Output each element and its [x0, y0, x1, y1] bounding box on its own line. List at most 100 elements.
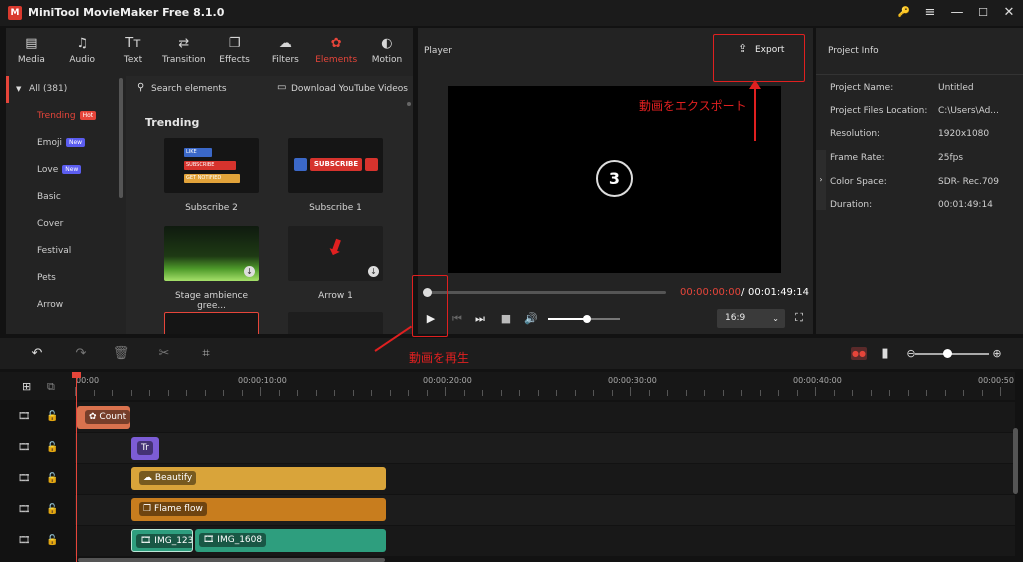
ruler-tick — [279, 390, 280, 396]
fullscreen-icon[interactable]: ⛶ — [792, 311, 806, 325]
timeline-horizontal-scrollbar[interactable] — [78, 558, 385, 562]
minimize-icon[interactable]: — — [947, 4, 967, 22]
fit-timeline-icon[interactable]: ▮ — [876, 346, 894, 362]
element-tile-subscribe-1[interactable]: SUBSCRIBE — [288, 138, 383, 193]
elements-scrollbar[interactable] — [407, 102, 411, 106]
film-icon[interactable]: 🎞 — [18, 473, 31, 484]
timeline-clip-beautify[interactable]: ☁ Beautify — [131, 467, 386, 490]
lock-icon[interactable]: 🔓 — [46, 473, 58, 484]
info-label-resolution: Resolution: — [830, 129, 881, 139]
maximize-icon[interactable]: ☐ — [973, 4, 993, 22]
tab-filters[interactable]: ☁ Filters — [260, 28, 311, 72]
youtube-download-icon: ▭ — [277, 82, 287, 93]
tab-transition[interactable]: ⇄ Transition — [158, 28, 209, 72]
library-panel: ▤ Media ♫ Audio Tт Text ⇄ Transition ❐ Effect… — [6, 28, 413, 334]
category-trending[interactable]: Trending Hot — [6, 103, 126, 130]
delete-icon[interactable]: 🗑 — [112, 346, 130, 362]
search-row: ⚲ Search elements ▭ Download YouTube Vid… — [126, 76, 413, 102]
stop-button[interactable]: ■ — [497, 311, 515, 327]
film-icon[interactable]: 🎞 — [18, 442, 31, 453]
key-icon[interactable]: 🔑 — [894, 4, 914, 22]
close-icon[interactable]: ✕ — [999, 4, 1019, 22]
info-value-resolution: 1920x1080 — [938, 129, 990, 139]
element-caption: Subscribe 1 — [309, 203, 362, 213]
project-info-title: Project Info — [828, 46, 879, 56]
player-title: Player — [424, 46, 453, 56]
timeline-clip-flame-flow[interactable]: ❐ Flame flow — [131, 498, 386, 521]
progress-track[interactable] — [426, 291, 666, 294]
collapse-panel-toggle[interactable]: › — [816, 150, 826, 210]
film-icon[interactable]: 🎞 — [18, 411, 31, 422]
film-icon[interactable]: 🎞 — [18, 504, 31, 515]
element-tile-subscribe-2[interactable]: LIKE SUBSCRIBE GET NOTIFIED — [164, 138, 259, 193]
menu-icon[interactable]: ≡ — [920, 4, 940, 22]
undo-icon[interactable]: ↶ — [28, 346, 46, 362]
category-basic[interactable]: Basic — [6, 184, 126, 211]
playhead-handle[interactable] — [72, 372, 81, 378]
next-frame-button[interactable]: ⏭ — [471, 311, 489, 327]
volume-icon[interactable]: 🔊 — [522, 311, 540, 327]
lock-icon[interactable]: 🔓 — [46, 442, 58, 453]
crop-icon[interactable]: ⌗ — [197, 346, 215, 362]
tab-text[interactable]: Tт Text — [108, 28, 159, 72]
audio-mixer-icon[interactable]: ●● — [851, 347, 867, 360]
tab-elements[interactable]: ✿ Elements — [311, 28, 362, 72]
category-scrollbar[interactable] — [119, 78, 123, 198]
timeline-scrollbar[interactable] — [1013, 428, 1018, 494]
ruler-tick — [519, 390, 520, 396]
tab-audio[interactable]: ♫ Audio — [57, 28, 108, 72]
playhead[interactable] — [76, 372, 77, 562]
info-value-project-name: Untitled — [938, 83, 974, 93]
download-icon[interactable]: ↓ — [244, 266, 255, 277]
aspect-ratio-select[interactable]: 16:9 ⌄ — [717, 309, 785, 328]
split-icon[interactable]: ✂ — [155, 346, 173, 362]
new-badge: New — [65, 138, 86, 147]
zoom-in-icon[interactable]: ⊕ — [988, 346, 1006, 362]
lock-icon[interactable]: 🔓 — [46, 411, 58, 422]
track-lane — [75, 433, 1015, 463]
category-festival[interactable]: Festival — [6, 238, 126, 265]
element-tile-arrow-1[interactable]: ⬇ ↓ — [288, 226, 383, 281]
info-value-color-space: SDR- Rec.709 — [938, 177, 1000, 187]
zoom-slider-handle[interactable] — [943, 349, 952, 358]
timeline-clip-img-1608[interactable]: 🎞 IMG_1608 — [195, 529, 386, 552]
element-tile-partial[interactable] — [288, 312, 383, 334]
ruler-tick — [316, 390, 317, 396]
film-icon[interactable]: 🎞 — [18, 535, 31, 546]
redo-icon[interactable]: ↷ — [72, 346, 90, 362]
zoom-slider-track[interactable] — [915, 353, 989, 355]
ruler-tick — [815, 387, 816, 396]
download-youtube-link[interactable]: Download YouTube Videos — [291, 84, 408, 94]
search-input[interactable]: Search elements — [151, 84, 227, 94]
timeline-ruler[interactable]: 00:00 00:00:10:00 00:00:20:00 00:00:30:00 00… — [75, 372, 1015, 400]
tab-motion[interactable]: ◐ Motion — [362, 28, 413, 72]
previous-frame-button[interactable]: ⏮ — [448, 311, 466, 327]
category-pets[interactable]: Pets — [6, 265, 126, 292]
arrow-preview-icon: ⬇ — [322, 233, 349, 264]
track-header: 🎞 🔓 — [0, 495, 75, 525]
timeline-clip-count[interactable]: ✿ Count — [77, 406, 130, 429]
category-cover[interactable]: Cover — [6, 211, 126, 238]
element-tile-stage-ambience[interactable]: ↓ — [164, 226, 259, 281]
timeline-clip-img-123[interactable]: 🎞 IMG_123 — [131, 529, 193, 552]
timeline-clip-text[interactable]: Tr — [131, 437, 159, 460]
section-title: Trending — [145, 116, 200, 129]
volume-handle[interactable] — [583, 315, 591, 323]
ruler-tick — [686, 390, 687, 396]
copy-track-icon[interactable]: ⧉ — [47, 380, 55, 394]
category-all[interactable]: ▼ All (381) — [6, 76, 126, 103]
new-badge: New — [62, 165, 82, 174]
tab-media[interactable]: ▤ Media — [6, 28, 57, 72]
element-tile-partial[interactable] — [164, 312, 259, 334]
category-emoji[interactable]: Emoji New — [6, 130, 126, 157]
category-love[interactable]: Love New — [6, 157, 126, 184]
lock-icon[interactable]: 🔓 — [46, 504, 58, 515]
ruler-tick — [630, 387, 631, 396]
category-arrow[interactable]: Arrow — [6, 292, 126, 319]
ruler-label: 00:00:40:00 — [793, 376, 842, 385]
lock-icon[interactable]: 🔓 — [46, 535, 58, 546]
add-track-icon[interactable]: ⊞ — [22, 380, 31, 393]
tab-effects[interactable]: ❐ Effects — [209, 28, 260, 72]
filter-clip-icon: ☁ — [143, 473, 155, 483]
download-icon[interactable]: ↓ — [368, 266, 379, 277]
